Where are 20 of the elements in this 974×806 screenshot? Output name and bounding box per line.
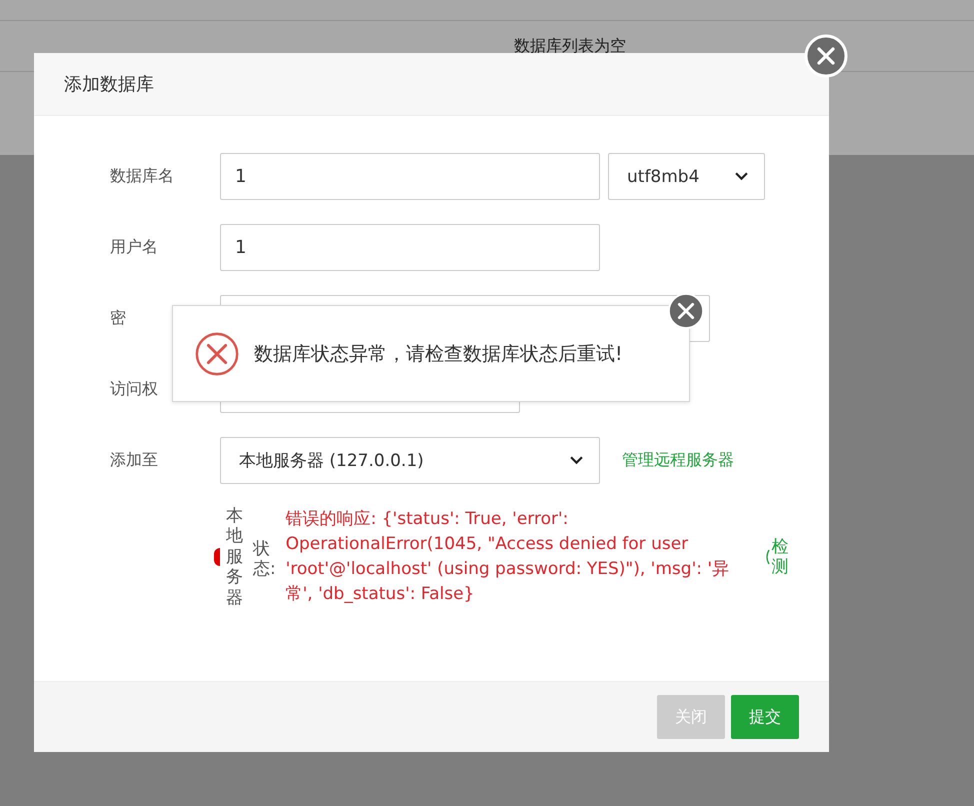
chevron-icon xyxy=(570,456,583,465)
server-name: 本地服务器 xyxy=(226,506,243,608)
field-label: 用户名 xyxy=(110,237,159,258)
chevron-icon xyxy=(735,172,748,181)
select-field[interactable]: utf8mb4 xyxy=(608,153,765,200)
close-icon[interactable] xyxy=(667,292,705,330)
field-label: 访问权 xyxy=(110,379,159,400)
error-message: 错误的响应: {'status': True, 'error': OperationalError(1045, "Access denied for user 'root'@'localhost' (using password: YES)"), 'msg': '异常', 'db_status': False} xyxy=(286,508,730,606)
select-field[interactable]: 本地服务器 (127.0.0.1) xyxy=(220,437,600,484)
field-label: 添加至 xyxy=(110,450,159,471)
input-field[interactable]: 1 xyxy=(220,153,600,200)
input-field[interactable]: 1 xyxy=(220,224,600,271)
empty-message: 数据库列表为空 xyxy=(514,36,626,56)
field-label: 密 xyxy=(110,308,127,329)
dialog-title: 添加数据库 xyxy=(64,73,154,96)
error-icon xyxy=(194,330,240,376)
status-label: 状态: xyxy=(253,538,277,580)
field-label: 数据库名 xyxy=(110,166,175,187)
toast-message: 数据库状态异常，请检查数据库状态后重试! xyxy=(254,342,623,366)
arc-icon xyxy=(764,548,770,565)
